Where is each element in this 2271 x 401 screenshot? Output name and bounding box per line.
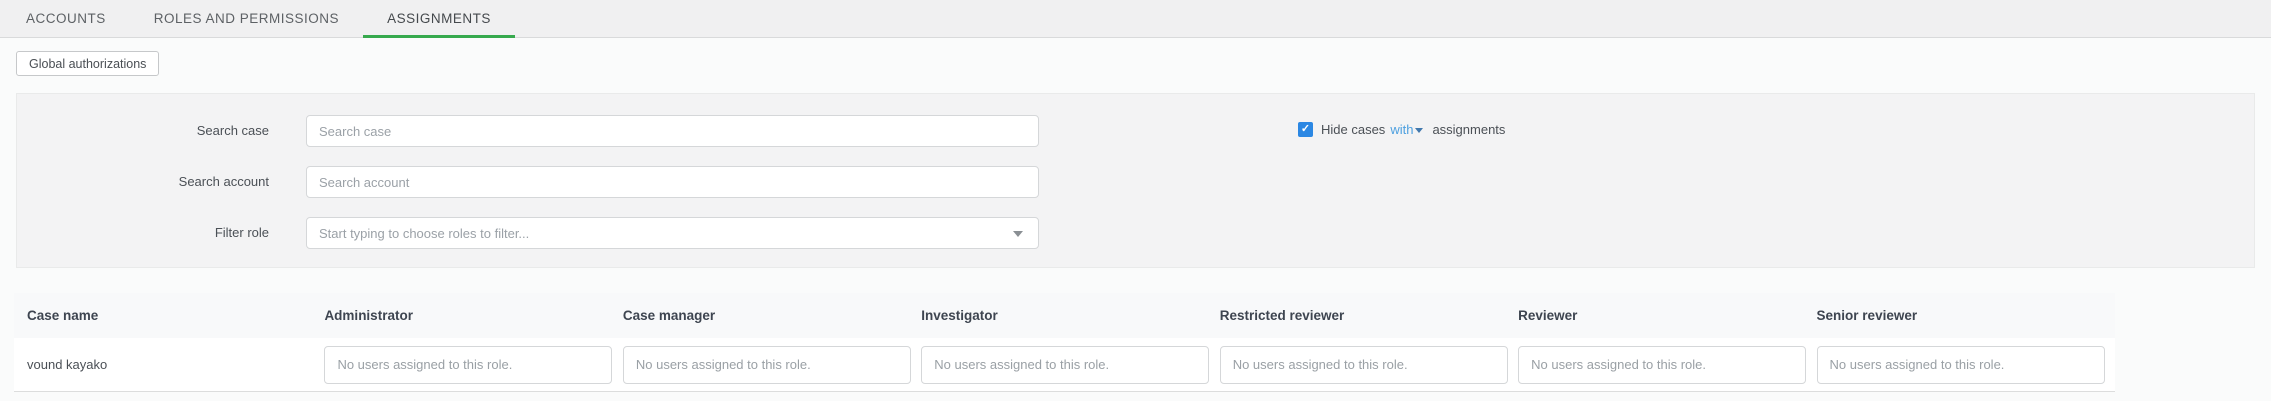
column-header-case-manager: Case manager bbox=[623, 308, 921, 323]
case-manager-assignment-input[interactable] bbox=[623, 346, 911, 384]
filter-role-label: Filter role bbox=[17, 217, 269, 249]
column-header-reviewer: Reviewer bbox=[1518, 308, 1816, 323]
administrator-assignment-input[interactable] bbox=[324, 346, 612, 384]
tab-assignments[interactable]: ASSIGNMENTS bbox=[363, 0, 515, 37]
hide-cases-group: ✓ Hide cases with assignments bbox=[1298, 122, 1510, 137]
filter-role-input[interactable] bbox=[306, 217, 1039, 249]
senior-reviewer-assignment-input[interactable] bbox=[1817, 346, 2105, 384]
tab-roles-and-permissions[interactable]: ROLES AND PERMISSIONS bbox=[130, 0, 363, 37]
column-header-restricted-reviewer: Restricted reviewer bbox=[1220, 308, 1518, 323]
column-header-senior-reviewer: Senior reviewer bbox=[1817, 308, 2115, 323]
column-header-case-name: Case name bbox=[14, 308, 324, 323]
chevron-down-icon bbox=[1415, 128, 1423, 133]
hide-cases-label: Hide cases bbox=[1321, 122, 1385, 137]
hide-cases-suffix: assignments bbox=[1432, 122, 1505, 137]
case-name-cell: vound kayako bbox=[14, 357, 324, 372]
checkmark-icon: ✓ bbox=[1301, 124, 1310, 135]
tab-accounts[interactable]: ACCOUNTS bbox=[2, 0, 130, 37]
hide-cases-mode-dropdown[interactable]: with bbox=[1390, 122, 1429, 137]
hide-cases-mode-value: with bbox=[1390, 122, 1413, 137]
table-header-row: Case name Administrator Case manager Inv… bbox=[14, 293, 2115, 338]
search-account-input[interactable] bbox=[306, 166, 1039, 198]
restricted-reviewer-assignment-input[interactable] bbox=[1220, 346, 1508, 384]
table-row: vound kayako bbox=[14, 338, 2115, 392]
assignments-table: Case name Administrator Case manager Inv… bbox=[14, 293, 2115, 392]
search-account-label: Search account bbox=[17, 166, 269, 198]
investigator-assignment-input[interactable] bbox=[921, 346, 1209, 384]
hide-cases-checkbox[interactable]: ✓ bbox=[1298, 122, 1313, 137]
filter-panel: Search case Search account Filter role ✓… bbox=[16, 93, 2255, 268]
tab-bar: ACCOUNTS ROLES AND PERMISSIONS ASSIGNMEN… bbox=[0, 0, 2271, 38]
search-case-label: Search case bbox=[17, 115, 269, 147]
search-case-input[interactable] bbox=[306, 115, 1039, 147]
global-authorizations-button[interactable]: Global authorizations bbox=[16, 51, 159, 76]
reviewer-assignment-input[interactable] bbox=[1518, 346, 1806, 384]
column-header-investigator: Investigator bbox=[921, 308, 1219, 323]
column-header-administrator: Administrator bbox=[324, 308, 622, 323]
